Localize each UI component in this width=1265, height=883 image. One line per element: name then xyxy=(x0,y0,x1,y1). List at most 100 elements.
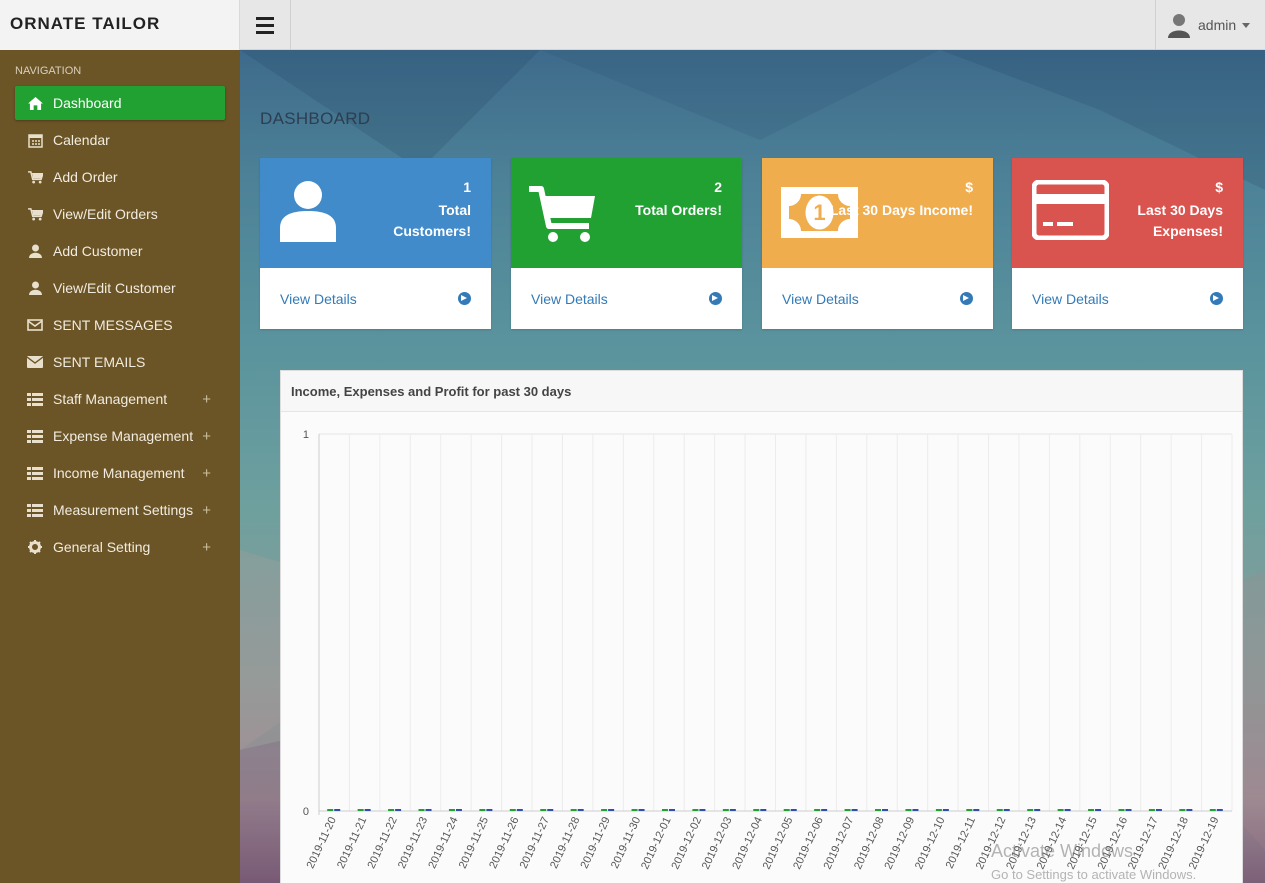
sidebar-item-view-edit-orders[interactable]: View/Edit Orders xyxy=(15,197,225,231)
arrow-circle-right-icon xyxy=(458,292,471,305)
chart-bar xyxy=(516,809,523,811)
chart-bar xyxy=(1034,809,1041,811)
x-tick-label: 2019-12-11 xyxy=(944,815,978,870)
chart-bar xyxy=(729,809,736,811)
arrow-circle-right-icon xyxy=(1210,292,1223,305)
chart-bar xyxy=(1155,809,1162,811)
expand-plus-icon[interactable]: + xyxy=(202,539,211,556)
sidebar-item-label: General Setting xyxy=(53,539,151,555)
sidebar: NAVIGATION Dashboard Calendar Add Order … xyxy=(0,50,240,883)
chart-bar xyxy=(699,809,706,811)
chart-bar xyxy=(357,809,364,811)
chart-bar xyxy=(388,809,395,811)
chart-bar xyxy=(661,809,668,811)
chart-bar xyxy=(814,809,821,811)
x-tick-label: 2019-11-24 xyxy=(426,815,460,870)
user-icon xyxy=(25,281,45,295)
view-details-link[interactable]: View Details xyxy=(511,268,742,329)
calendar-icon xyxy=(25,133,45,148)
x-tick-label: 2019-11-21 xyxy=(335,815,369,870)
sidebar-item-label: SENT MESSAGES xyxy=(53,317,173,333)
sidebar-item-label: Income Management xyxy=(53,465,185,481)
x-tick-label: 2019-11-27 xyxy=(518,815,552,870)
arrow-circle-right-icon xyxy=(709,292,722,305)
chart-bar xyxy=(1057,809,1064,811)
stat-value: $ xyxy=(1215,179,1223,195)
view-details-link[interactable]: View Details xyxy=(762,268,993,329)
stat-label: Last 30 Days Expenses! xyxy=(1137,202,1223,239)
sidebar-item-calendar[interactable]: Calendar xyxy=(15,123,225,157)
x-tick-label: 2019-12-03 xyxy=(700,815,735,871)
envelope-outline-icon xyxy=(25,319,45,331)
chart-bar xyxy=(418,809,425,811)
sidebar-item-sent-messages[interactable]: SENT MESSAGES xyxy=(15,308,225,342)
income-expense-chart: 012019-11-202019-11-212019-11-222019-11-… xyxy=(303,429,1233,871)
stat-value: $ xyxy=(965,179,973,195)
chart-bar xyxy=(547,809,554,811)
user-menu[interactable]: admin xyxy=(1155,0,1265,50)
chart-bar xyxy=(509,809,516,811)
x-tick-label: 2019-11-25 xyxy=(457,815,491,870)
avatar xyxy=(1168,14,1190,38)
sidebar-item-add-order[interactable]: Add Order xyxy=(15,160,225,194)
cart-icon xyxy=(25,207,45,221)
sidebar-item-label: View/Edit Orders xyxy=(53,206,158,222)
chart-bar xyxy=(753,809,760,811)
list-icon xyxy=(25,392,45,406)
view-details-label: View Details xyxy=(1032,290,1109,307)
chart-panel: Income, Expenses and Profit for past 30 … xyxy=(280,370,1243,883)
nav-heading: NAVIGATION xyxy=(15,65,82,77)
page-title: DASHBOARD xyxy=(260,109,371,128)
sidebar-item-label: View/Edit Customer xyxy=(53,280,176,296)
stat-label: Total Customers! xyxy=(393,202,471,239)
stat-card-header: 2 Total Orders! xyxy=(511,158,742,268)
menu-toggle-button[interactable] xyxy=(240,0,291,50)
chart-bar xyxy=(882,809,889,811)
chart-bar xyxy=(722,809,729,811)
brand-logo[interactable]: ORNATE TAILOR xyxy=(0,0,240,50)
sidebar-item-income-management[interactable]: Income Management + xyxy=(15,456,225,490)
chart-bar xyxy=(783,809,790,811)
x-tick-label: 2019-12-04 xyxy=(730,815,765,871)
stat-card-header: $ Last 30 Days Expenses! xyxy=(1012,158,1243,268)
sidebar-item-label: Measurement Settings xyxy=(53,502,194,518)
expand-plus-icon[interactable]: + xyxy=(202,502,211,519)
activate-windows-subtitle: Go to Settings to activate Windows. xyxy=(991,867,1197,882)
expand-plus-icon[interactable]: + xyxy=(202,465,211,482)
chart-bar xyxy=(668,809,675,811)
chart-bar xyxy=(631,809,638,811)
expand-plus-icon[interactable]: + xyxy=(202,428,211,445)
x-tick-label: 2019-11-29 xyxy=(579,815,613,870)
view-details-link[interactable]: View Details xyxy=(1012,268,1243,329)
list-icon xyxy=(25,429,45,443)
chart-bar xyxy=(1095,809,1102,811)
chart-bar xyxy=(601,809,608,811)
sidebar-item-general-setting[interactable]: General Setting + xyxy=(15,530,225,564)
sidebar-item-staff-management[interactable]: Staff Management + xyxy=(15,382,225,416)
sidebar-item-expense-management[interactable]: Expense Management + xyxy=(15,419,225,453)
expand-plus-icon[interactable]: + xyxy=(202,391,211,408)
stat-value: 2 xyxy=(714,179,722,195)
sidebar-item-measurement-settings[interactable]: Measurement Settings + xyxy=(15,493,225,527)
chart-bar xyxy=(479,809,486,811)
view-details-link[interactable]: View Details xyxy=(260,268,491,329)
sidebar-item-sent-emails[interactable]: SENT EMAILS xyxy=(15,345,225,379)
view-details-label: View Details xyxy=(531,290,608,307)
hamburger-icon xyxy=(256,15,274,36)
x-tick-label: 2019-11-30 xyxy=(609,815,643,870)
stat-card-customers: 1 Total Customers! View Details xyxy=(260,158,491,329)
sidebar-item-view-edit-customer[interactable]: View/Edit Customer xyxy=(15,271,225,305)
stat-card-expenses: $ Last 30 Days Expenses! View Details xyxy=(1012,158,1243,329)
list-icon xyxy=(25,466,45,480)
stat-label: Last 30 Days Income! xyxy=(829,202,973,218)
stat-label: Total Orders! xyxy=(635,202,722,218)
list-icon xyxy=(25,503,45,517)
stat-card-orders: 2 Total Orders! View Details xyxy=(511,158,742,329)
chart-bar xyxy=(364,809,371,811)
chart-bar xyxy=(692,809,699,811)
sidebar-item-add-customer[interactable]: Add Customer xyxy=(15,234,225,268)
chart-bar xyxy=(577,809,584,811)
sidebar-item-dashboard[interactable]: Dashboard xyxy=(15,86,225,120)
sidebar-item-label: Staff Management xyxy=(53,391,168,407)
chart-bar xyxy=(1148,809,1155,811)
